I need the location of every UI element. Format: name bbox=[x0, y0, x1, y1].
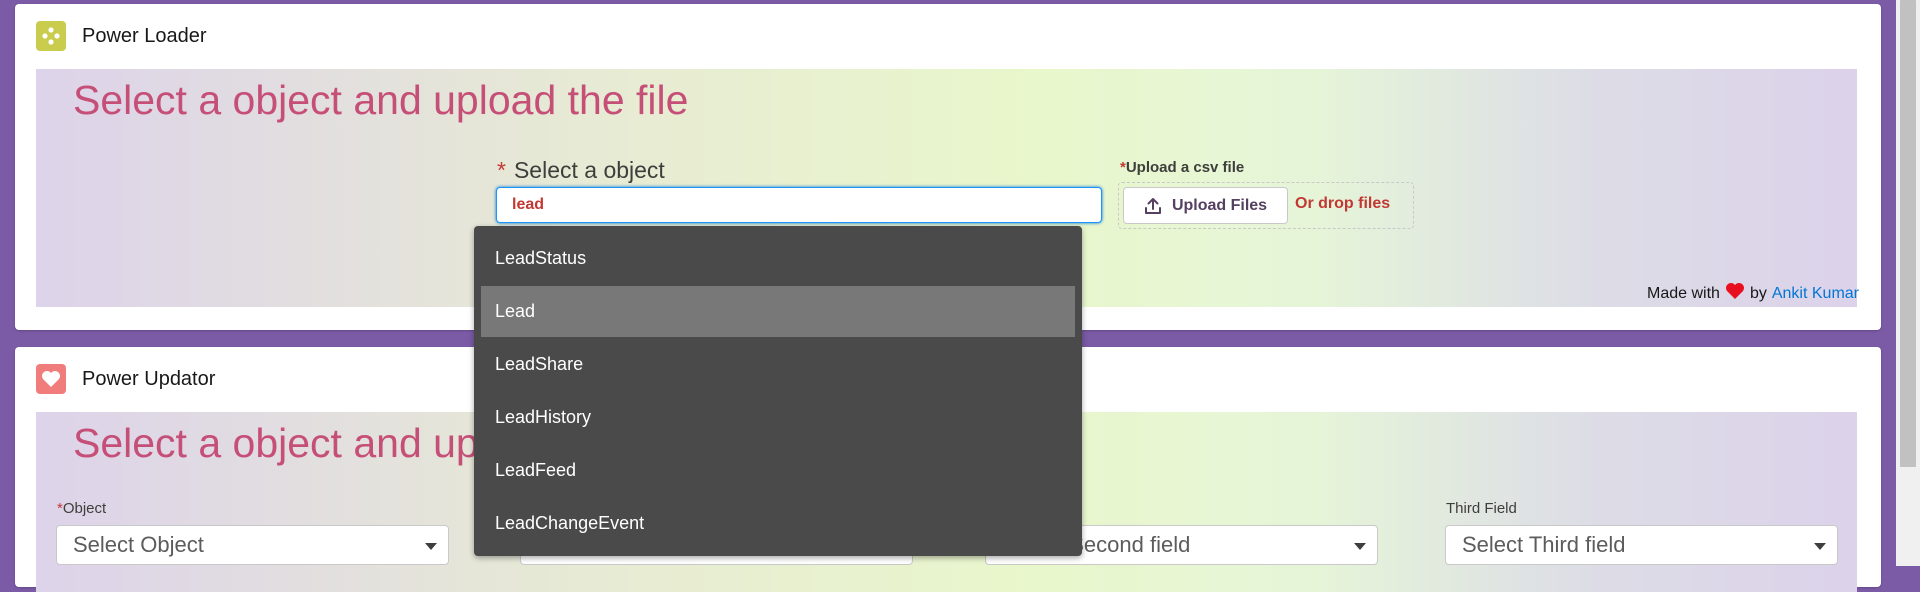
made-with-text: Made with bbox=[1647, 284, 1720, 302]
dropdown-option-highlighted[interactable]: Lead bbox=[481, 286, 1075, 337]
object-select-placeholder: Select Object bbox=[73, 532, 204, 557]
chevron-down-icon bbox=[1354, 543, 1366, 550]
upload-field-label: *Upload a csv file bbox=[1120, 159, 1244, 176]
made-with-credit: Made with by Ankit Kumar bbox=[1647, 282, 1859, 305]
third-field-label: Third Field bbox=[1446, 500, 1517, 517]
page-scrollbar[interactable] bbox=[1896, 0, 1920, 566]
cluster-icon bbox=[36, 21, 66, 51]
author-link[interactable]: Ankit Kumar bbox=[1772, 285, 1859, 303]
file-drop-zone[interactable]: Upload Files Or drop files bbox=[1118, 182, 1414, 229]
scrollbar-thumb[interactable] bbox=[1900, 0, 1916, 467]
upload-icon bbox=[1144, 197, 1161, 214]
third-field-select[interactable]: Select Third field bbox=[1445, 525, 1838, 565]
loader-card-title: Power Loader bbox=[82, 24, 207, 47]
chevron-down-icon bbox=[1814, 543, 1826, 550]
dropdown-option[interactable]: LeadStatus bbox=[481, 233, 1075, 284]
upload-label-text: Upload a csv file bbox=[1125, 159, 1245, 176]
required-mark: * bbox=[497, 157, 506, 183]
heart-icon bbox=[36, 364, 66, 394]
object-field-label: * Select a object bbox=[497, 157, 665, 184]
third-field-placeholder: Select Third field bbox=[1462, 532, 1626, 557]
loader-card-header: Power Loader bbox=[36, 20, 207, 52]
object-select-label-text: Object bbox=[62, 500, 107, 517]
object-select-label: *Object bbox=[57, 500, 106, 517]
object-search-input[interactable] bbox=[496, 187, 1102, 223]
chevron-down-icon bbox=[425, 543, 437, 550]
object-label-text: Select a object bbox=[513, 157, 665, 183]
drop-files-text: Or drop files bbox=[1295, 195, 1391, 212]
loader-heading: Select a object and upload the file bbox=[73, 77, 689, 123]
object-select[interactable]: Select Object bbox=[56, 525, 449, 565]
object-autocomplete-dropdown: LeadStatus Lead LeadShare LeadHistory Le… bbox=[474, 226, 1082, 556]
by-text: by bbox=[1749, 284, 1767, 302]
dropdown-option[interactable]: LeadHistory bbox=[481, 392, 1075, 443]
updator-card-title: Power Updator bbox=[82, 367, 216, 390]
heart-icon bbox=[1725, 282, 1745, 305]
upload-button-label: Upload Files bbox=[1171, 196, 1268, 214]
dropdown-option[interactable]: LeadShare bbox=[481, 339, 1075, 390]
upload-files-button[interactable]: Upload Files bbox=[1123, 187, 1288, 224]
dropdown-option[interactable]: LeadFeed bbox=[481, 445, 1075, 496]
updator-card-header: Power Updator bbox=[36, 363, 215, 395]
dropdown-option[interactable]: LeadChangeEvent bbox=[481, 498, 1075, 549]
